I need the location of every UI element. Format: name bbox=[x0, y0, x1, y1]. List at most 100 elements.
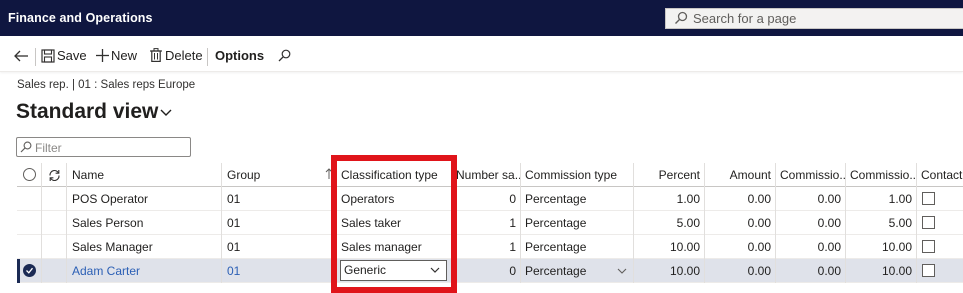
group-cell-link[interactable]: 01 bbox=[221, 259, 333, 283]
commission-type-cell[interactable]: Percentage bbox=[520, 187, 633, 211]
row-marker-cell bbox=[41, 211, 66, 235]
column-header-number[interactable]: Number sa... bbox=[451, 163, 520, 187]
percent-cell[interactable]: 10.00 bbox=[633, 235, 704, 259]
row-select-cell[interactable] bbox=[17, 211, 41, 235]
name-cell[interactable]: Sales Person bbox=[66, 211, 221, 235]
number-cell[interactable]: 0 bbox=[451, 259, 520, 283]
commission-type-cell[interactable]: Percentage bbox=[520, 211, 633, 235]
column-header-commission-2[interactable]: Commissio... bbox=[845, 163, 916, 187]
row-selected-radio[interactable] bbox=[23, 264, 36, 277]
separator bbox=[207, 48, 208, 66]
commission-1-cell[interactable]: 0.00 bbox=[775, 235, 845, 259]
separator bbox=[35, 48, 36, 66]
plus-icon bbox=[96, 49, 109, 62]
commission-2-cell[interactable]: 1.00 bbox=[845, 187, 916, 211]
contact-cell bbox=[916, 211, 963, 235]
table-row[interactable]: Sales Manager 01 Sales manager 1 Percent… bbox=[17, 235, 963, 259]
chevron-down-icon[interactable] bbox=[617, 268, 627, 275]
group-cell[interactable]: 01 bbox=[221, 211, 333, 235]
select-all-cell[interactable] bbox=[17, 163, 41, 187]
classification-type-cell[interactable]: Operators bbox=[333, 187, 451, 211]
name-cell-link[interactable]: Adam Carter bbox=[66, 259, 221, 283]
row-select-cell[interactable] bbox=[17, 187, 41, 211]
table-row[interactable]: POS Operator 01 Operators 0 Percentage 1… bbox=[17, 187, 963, 211]
column-header-commission-type[interactable]: Commission type bbox=[520, 163, 633, 187]
number-cell[interactable]: 0 bbox=[451, 187, 520, 211]
percent-cell[interactable]: 10.00 bbox=[633, 259, 704, 283]
search-icon bbox=[675, 11, 688, 24]
commission-type-cell[interactable]: Percentage bbox=[520, 235, 633, 259]
column-header-name[interactable]: Name bbox=[66, 163, 221, 187]
save-label: Save bbox=[57, 48, 87, 63]
commission-1-cell[interactable]: 0.00 bbox=[775, 187, 845, 211]
commission-1-cell[interactable]: 0.00 bbox=[775, 259, 845, 283]
contact-checkbox[interactable] bbox=[922, 240, 935, 253]
select-all-radio[interactable] bbox=[23, 168, 36, 181]
contact-checkbox[interactable] bbox=[922, 192, 935, 205]
commission-type-cell[interactable]: Percentage bbox=[520, 259, 633, 283]
row-marker-cell bbox=[41, 259, 66, 283]
filter-icon bbox=[20, 141, 32, 153]
new-label: New bbox=[111, 48, 138, 63]
commission-2-cell[interactable]: 10.00 bbox=[845, 235, 916, 259]
grid-header-row: Name Group Classification type Number sa… bbox=[17, 163, 963, 187]
commission-2-cell[interactable]: 10.00 bbox=[845, 259, 916, 283]
name-cell[interactable]: Sales Manager bbox=[66, 235, 221, 259]
column-header-contact[interactable]: Contact bbox=[916, 163, 963, 187]
options-tab[interactable]: Options bbox=[215, 48, 264, 66]
commission-type-value: Percentage bbox=[525, 264, 587, 278]
percent-cell[interactable]: 5.00 bbox=[633, 211, 704, 235]
classification-type-dropdown[interactable]: Generic bbox=[340, 260, 447, 281]
column-header-commission-1[interactable]: Commissio... bbox=[775, 163, 845, 187]
row-select-cell[interactable] bbox=[17, 235, 41, 259]
save-icon bbox=[41, 49, 55, 63]
page-search-input[interactable]: Search for a page bbox=[665, 8, 963, 29]
name-cell[interactable]: POS Operator bbox=[66, 187, 221, 211]
check-icon bbox=[26, 267, 34, 274]
number-cell[interactable]: 1 bbox=[451, 211, 520, 235]
trash-icon bbox=[150, 48, 162, 62]
app-title: Finance and Operations bbox=[8, 11, 153, 25]
sort-arrow-icon bbox=[325, 168, 333, 179]
top-navigation-bar: Finance and Operations Search for a page bbox=[0, 0, 963, 36]
classification-type-cell[interactable]: Sales manager bbox=[333, 235, 451, 259]
refresh-icon[interactable] bbox=[48, 169, 61, 182]
classification-type-value: Generic bbox=[344, 263, 387, 277]
contact-checkbox[interactable] bbox=[922, 264, 935, 277]
delete-label: Delete bbox=[165, 48, 203, 63]
column-header-percent[interactable]: Percent bbox=[633, 163, 704, 187]
column-header-group-label: Group bbox=[227, 168, 261, 182]
row-marker-cell bbox=[41, 235, 66, 259]
filter-placeholder: Filter bbox=[35, 141, 62, 155]
table-row-selected[interactable]: Adam Carter 01 Generic 0 Percentage 10.0… bbox=[17, 259, 963, 283]
column-header-classification-type[interactable]: Classification type bbox=[333, 163, 451, 187]
contact-cell bbox=[916, 235, 963, 259]
search-icon bbox=[278, 49, 291, 62]
action-pane: Save New Delete Options bbox=[0, 40, 963, 72]
contact-cell bbox=[916, 187, 963, 211]
row-select-cell[interactable] bbox=[17, 259, 41, 283]
chevron-down-icon[interactable] bbox=[160, 109, 172, 117]
refresh-cell[interactable] bbox=[41, 163, 66, 187]
contact-checkbox[interactable] bbox=[922, 216, 935, 229]
column-header-group[interactable]: Group bbox=[221, 163, 333, 187]
classification-type-cell[interactable]: Sales taker bbox=[333, 211, 451, 235]
column-header-amount[interactable]: Amount bbox=[704, 163, 775, 187]
filter-input[interactable]: Filter bbox=[16, 137, 191, 157]
commission-1-cell[interactable]: 0.00 bbox=[775, 211, 845, 235]
amount-cell[interactable]: 0.00 bbox=[704, 211, 775, 235]
group-cell[interactable]: 01 bbox=[221, 187, 333, 211]
number-cell[interactable]: 1 bbox=[451, 235, 520, 259]
amount-cell[interactable]: 0.00 bbox=[704, 235, 775, 259]
table-row[interactable]: Sales Person 01 Sales taker 1 Percentage… bbox=[17, 211, 963, 235]
view-selector[interactable]: Standard view bbox=[16, 100, 158, 124]
chevron-down-icon[interactable] bbox=[430, 267, 440, 274]
amount-cell[interactable]: 0.00 bbox=[704, 259, 775, 283]
percent-cell[interactable]: 1.00 bbox=[633, 187, 704, 211]
group-cell[interactable]: 01 bbox=[221, 235, 333, 259]
amount-cell[interactable]: 0.00 bbox=[704, 187, 775, 211]
contact-cell bbox=[916, 259, 963, 283]
commission-2-cell[interactable]: 5.00 bbox=[845, 211, 916, 235]
options-label: Options bbox=[215, 48, 265, 63]
search-placeholder: Search for a page bbox=[693, 11, 797, 26]
